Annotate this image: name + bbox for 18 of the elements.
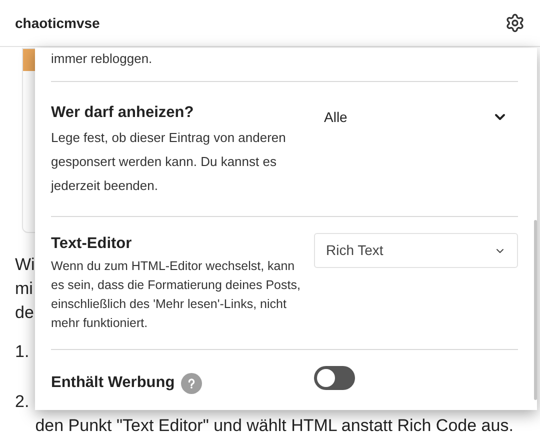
setting-description: Lege fest, ob dieser Eintrag von anderen gesponsert werden kann. Du kannst es jederzeit beenden. — [51, 129, 287, 195]
setting-title: Enthält Werbung — [51, 373, 175, 393]
list-number: 1. — [15, 341, 30, 363]
body-text: Wi — [15, 255, 35, 274]
list-text: den Punkt "Text Editor" und wählt HTML anstatt Rich Code aus. — [35, 415, 514, 437]
select-dropdown[interactable]: Alle — [314, 102, 512, 132]
blog-name: chaoticmvse — [15, 14, 100, 32]
description-text: immer rebloggen. — [51, 52, 152, 65]
body-text: mi — [15, 279, 33, 298]
help-icon[interactable] — [180, 372, 202, 394]
setting-description: Wenn du zum HTML-Editor wechselst, kann es sein, dass die Formatierung deines Posts, einschließlich des 'Mehr lesen'-Links, nicht mehr funktioniert. — [51, 258, 302, 332]
setting-title: Text-Editor — [51, 234, 132, 254]
body-text: de — [15, 303, 34, 322]
settings-icon[interactable] — [505, 13, 525, 33]
setting-title: Wer darf anheizen? — [51, 103, 194, 123]
select-dropdown[interactable]: Rich Text — [314, 233, 518, 268]
list-number: 2. — [15, 391, 30, 413]
toggle-switch[interactable] — [314, 366, 355, 390]
